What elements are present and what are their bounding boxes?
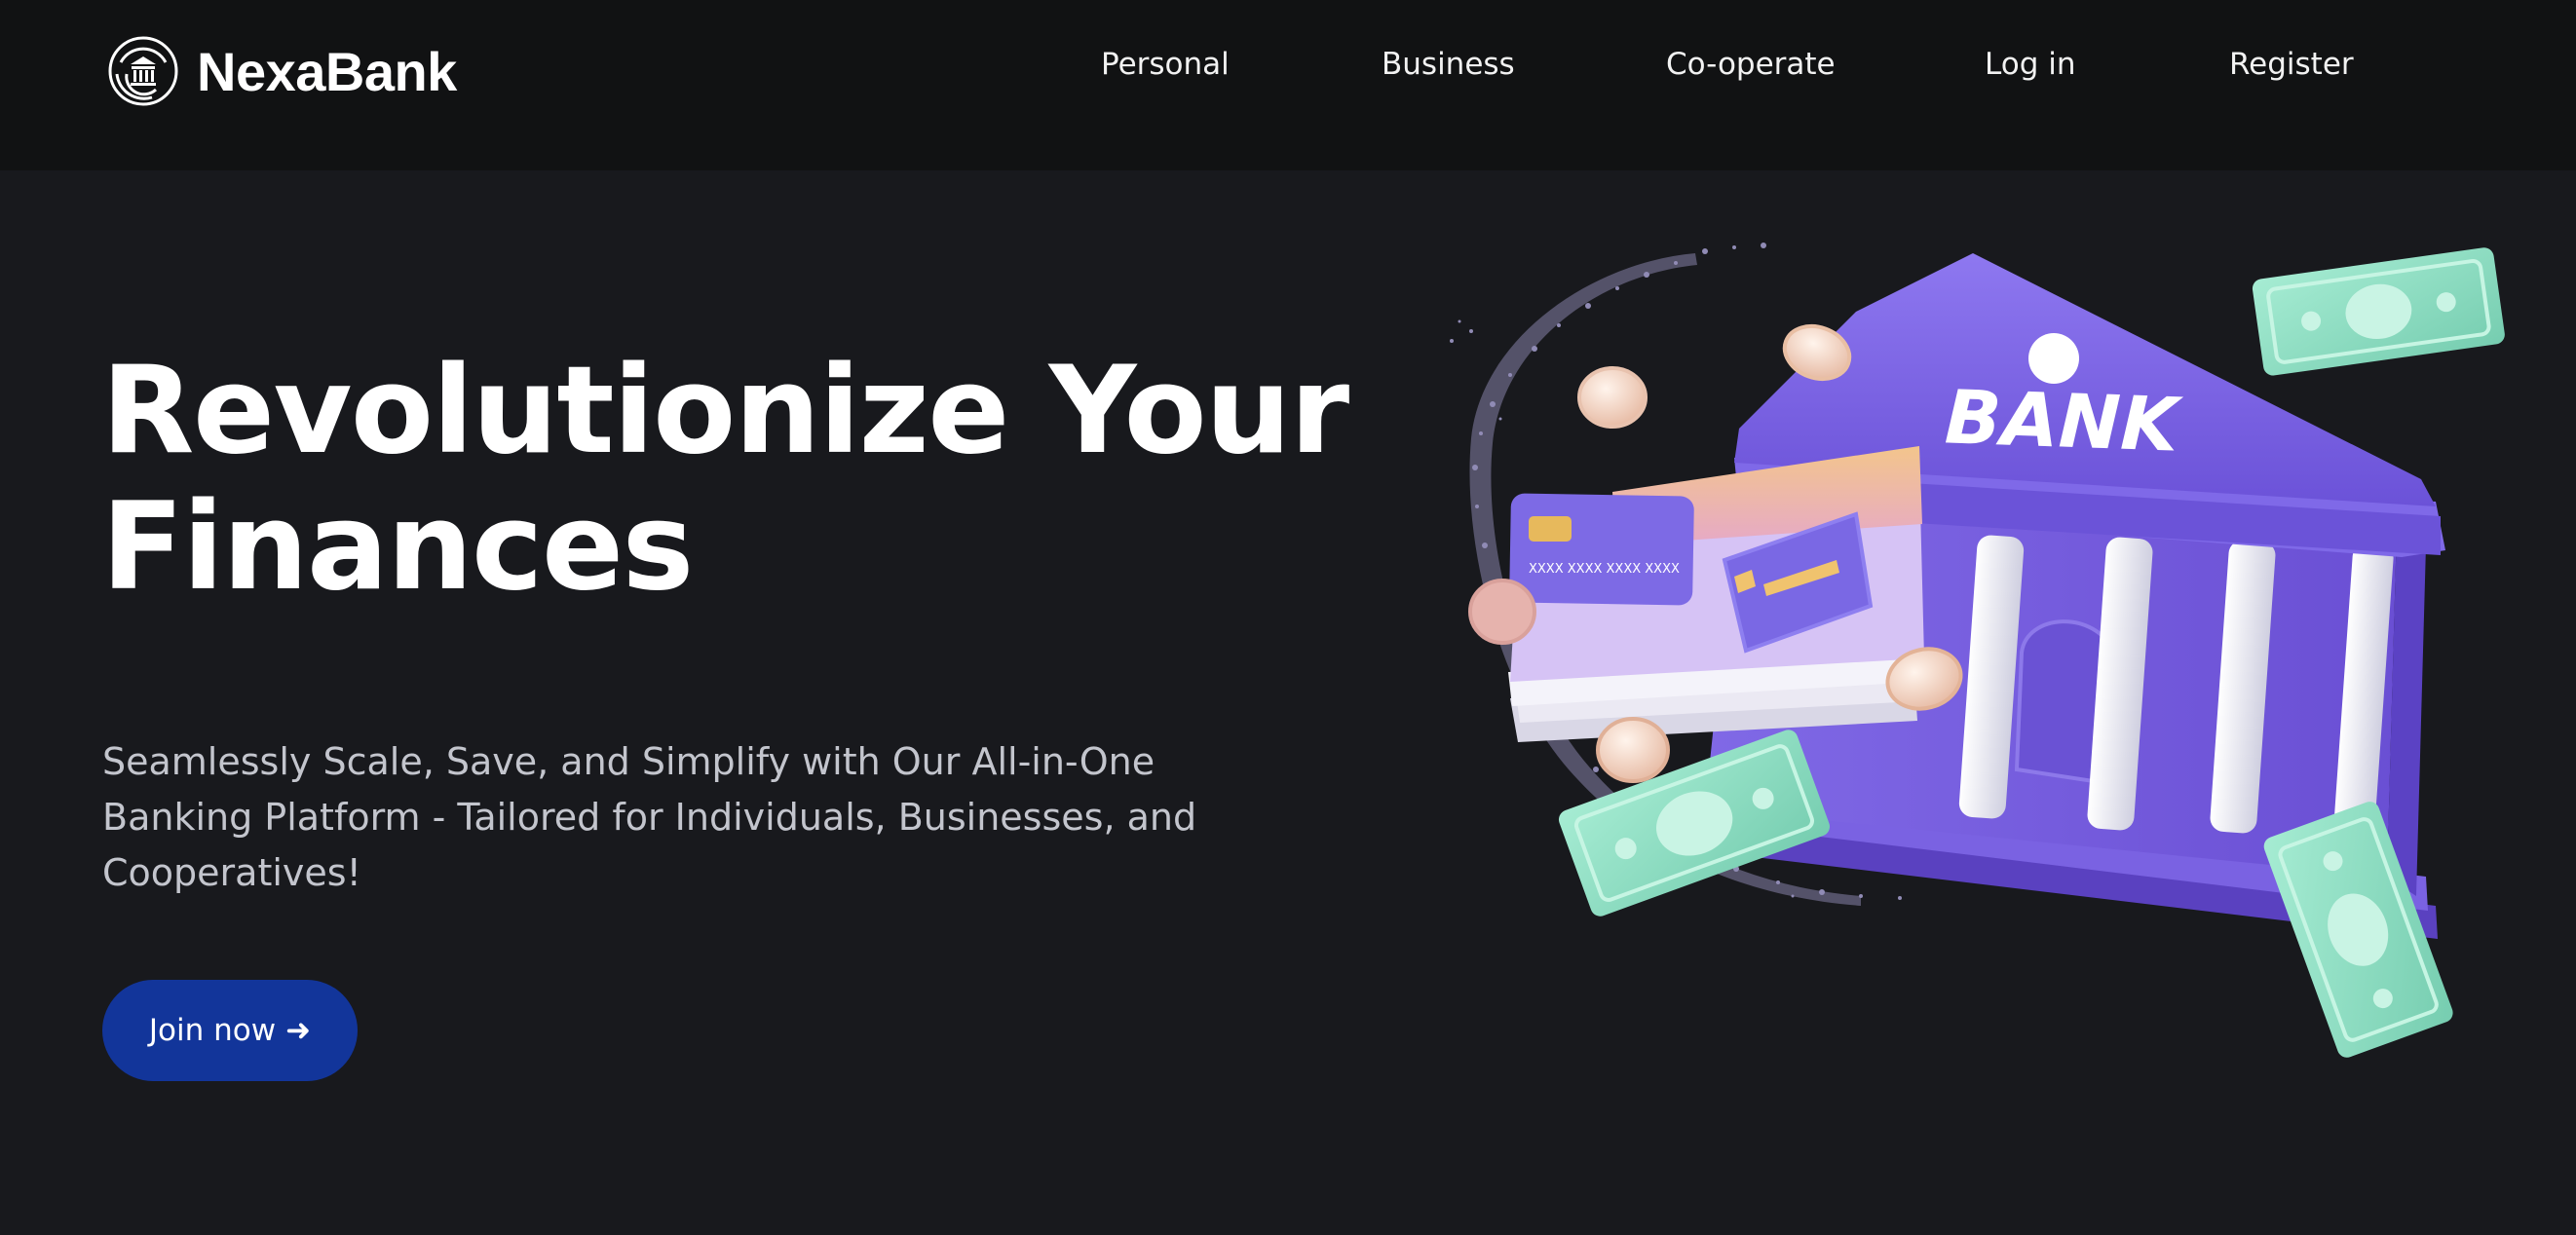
wallet-with-cards: XXXX XXXX XXXX XXXX [1508, 446, 1924, 742]
brand-link[interactable]: NexaBank [107, 35, 457, 107]
top-navbar: NexaBank Personal Business Co-operate Lo… [0, 0, 2576, 170]
hero-subtitle: Seamlessly Scale, Save, and Simplify wit… [102, 740, 1197, 894]
hero-title-line2: Finances [101, 477, 694, 618]
nav-co-operate[interactable]: Co-operate [1666, 47, 1836, 82]
join-now-button[interactable]: Join now ➜ [102, 980, 358, 1081]
bank-seal-icon [108, 36, 178, 106]
nav-log-in[interactable]: Log in [1985, 47, 2075, 82]
brand-name: NexaBank [197, 40, 457, 102]
bank-illustration: BANK XXXX XXXX XXXX XXXX [1450, 243, 2505, 1058]
card-number: XXXX XXXX XXXX XXXX [1529, 562, 1680, 577]
join-now-label: Join now [148, 1013, 277, 1048]
bank-sign: BANK [1944, 373, 2184, 468]
hero-title-line1: Revolutionize Your [101, 341, 1349, 481]
arrow-right-icon: ➜ [285, 1013, 312, 1048]
nav-business[interactable]: Business [1382, 47, 1515, 82]
hero-title: Revolutionize Your Finances [101, 343, 1368, 616]
nav-personal[interactable]: Personal [1101, 47, 1230, 82]
nav-register[interactable]: Register [2229, 47, 2354, 82]
